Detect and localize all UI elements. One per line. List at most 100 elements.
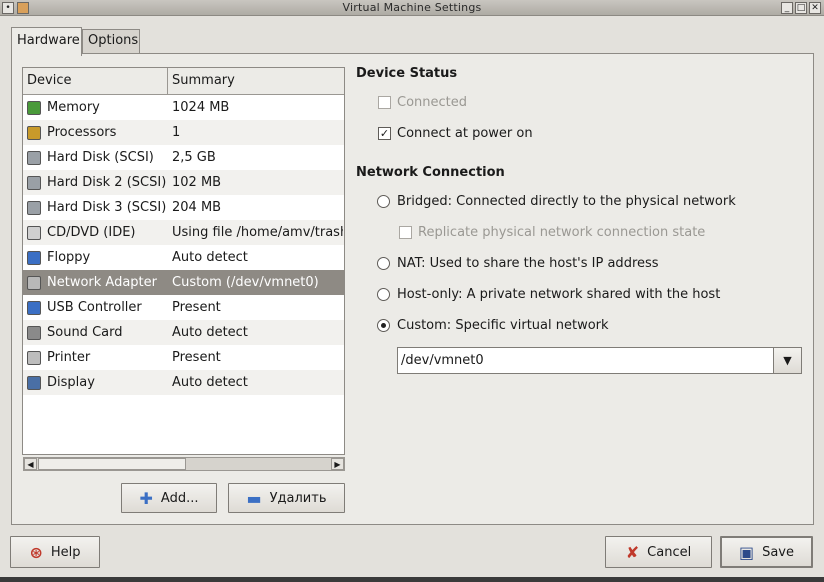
cancel-button[interactable]: ✘ Cancel <box>605 536 712 568</box>
device-summary: 102 MB <box>172 175 222 190</box>
device-name: Floppy <box>47 250 91 265</box>
nat-label: NAT: Used to share the host's IP address <box>397 256 659 271</box>
device-name: Memory <box>47 100 100 115</box>
device-summary: Custom (/dev/vmnet0) <box>172 275 319 290</box>
add-button[interactable]: ✚ Add... <box>121 483 217 513</box>
table-row[interactable]: Hard Disk 2 (SCSI) 102 MB <box>23 170 344 195</box>
hard-disk-icon <box>27 200 41 215</box>
replicate-checkbox[interactable]: Replicate physical network connection st… <box>399 225 705 240</box>
sound-icon <box>27 325 41 340</box>
bridged-label: Bridged: Connected directly to the physi… <box>397 194 736 209</box>
radio-dot <box>377 195 390 208</box>
device-cell: Processors <box>23 125 168 140</box>
device-cell: USB Controller <box>23 300 168 315</box>
tab-options[interactable]: Options <box>82 29 140 54</box>
custom-label: Custom: Specific virtual network <box>397 318 609 333</box>
device-rows: Memory 1024 MB Processors 1 Hard Disk (SCSI)… <box>23 95 344 395</box>
hard-disk-icon <box>27 175 41 190</box>
table-row[interactable]: Processors 1 <box>23 120 344 145</box>
scroll-right-icon[interactable]: ▶ <box>331 458 344 470</box>
table-row[interactable]: USB Controller Present <box>23 295 344 320</box>
hard-disk-icon <box>27 150 41 165</box>
connected-checkbox[interactable]: Connected <box>378 95 467 110</box>
table-row[interactable]: CD/DVD (IDE) Using file /home/amv/trash <box>23 220 344 245</box>
device-summary: Auto detect <box>172 375 248 390</box>
checkbox-box <box>399 226 412 239</box>
device-list: Device Summary Memory 1024 MB Processors 1 H… <box>22 67 345 455</box>
scroll-left-icon[interactable]: ◀ <box>24 458 37 470</box>
replicate-label: Replicate physical network connection st… <box>418 225 706 240</box>
display-icon <box>27 375 41 390</box>
maximize-icon[interactable]: □ <box>795 2 807 14</box>
device-summary: Present <box>172 350 221 365</box>
device-name: Printer <box>47 350 91 365</box>
custom-radio[interactable]: Custom: Specific virtual network <box>377 318 609 333</box>
title-bar: • Virtual Machine Settings _ □ ✕ <box>0 0 824 16</box>
usb-icon <box>27 300 41 315</box>
plus-icon: ✚ <box>139 488 153 508</box>
remove-button[interactable]: ▬ Удалить <box>228 483 345 513</box>
device-cell: Floppy <box>23 250 168 265</box>
horizontal-scrollbar[interactable]: ◀ ▶ <box>23 457 345 471</box>
close-icon[interactable]: ✕ <box>809 2 821 14</box>
bottom-border <box>0 577 824 582</box>
floppy-save-icon: ▣ <box>738 542 755 562</box>
table-row[interactable]: Display Auto detect <box>23 370 344 395</box>
bridged-radio[interactable]: Bridged: Connected directly to the physi… <box>377 194 736 209</box>
device-cell: Hard Disk 2 (SCSI) <box>23 175 168 190</box>
device-name: Hard Disk 2 (SCSI) <box>47 175 167 190</box>
add-button-label: Add... <box>160 490 199 506</box>
network-icon <box>27 275 41 290</box>
device-name: USB Controller <box>47 300 142 315</box>
minimize-icon[interactable]: _ <box>781 2 793 14</box>
cancel-button-label: Cancel <box>647 544 692 560</box>
host-only-radio[interactable]: Host-only: A private network shared with… <box>377 287 720 302</box>
save-button[interactable]: ▣ Save <box>720 536 813 568</box>
table-row[interactable]: Floppy Auto detect <box>23 245 344 270</box>
scroll-thumb[interactable] <box>38 458 186 470</box>
table-row[interactable]: Hard Disk (SCSI) 2,5 GB <box>23 145 344 170</box>
device-status-title: Device Status <box>356 66 458 81</box>
device-cell: Hard Disk 3 (SCSI) <box>23 200 168 215</box>
radio-dot <box>377 288 390 301</box>
device-summary: Present <box>172 300 221 315</box>
device-name: Sound Card <box>47 325 123 340</box>
chevron-down-icon[interactable]: ▼ <box>773 348 801 373</box>
table-row[interactable]: Printer Present <box>23 345 344 370</box>
host-only-label: Host-only: A private network shared with… <box>397 287 721 302</box>
table-row[interactable]: Sound Card Auto detect <box>23 320 344 345</box>
column-header-summary[interactable]: Summary <box>168 68 344 94</box>
device-cell: Memory <box>23 100 168 115</box>
memory-icon <box>27 100 41 115</box>
device-name: Hard Disk (SCSI) <box>47 150 154 165</box>
processor-icon <box>27 125 41 140</box>
device-cell: Network Adapter <box>23 275 168 290</box>
device-cell: Hard Disk (SCSI) <box>23 150 168 165</box>
save-button-label: Save <box>762 544 795 560</box>
connected-label: Connected <box>397 95 468 110</box>
table-row[interactable]: Hard Disk 3 (SCSI) 204 MB <box>23 195 344 220</box>
table-row[interactable]: Network Adapter Custom (/dev/vmnet0) <box>23 270 344 295</box>
device-name: CD/DVD (IDE) <box>47 225 136 240</box>
cancel-icon: ✘ <box>625 542 640 562</box>
custom-network-select[interactable]: /dev/vmnet0 ▼ <box>397 347 802 374</box>
device-cell: Sound Card <box>23 325 168 340</box>
device-summary: 2,5 GB <box>172 150 216 165</box>
tab-hardware[interactable]: Hardware <box>11 27 82 56</box>
help-button[interactable]: ⊛ Help <box>10 536 100 568</box>
connect-at-power-on-checkbox[interactable]: ✓ Connect at power on <box>378 126 533 141</box>
device-name: Display <box>47 375 95 390</box>
device-name: Hard Disk 3 (SCSI) <box>47 200 167 215</box>
cd-icon <box>27 225 41 240</box>
printer-icon <box>27 350 41 365</box>
list-header: Device Summary <box>23 68 344 95</box>
device-summary: 204 MB <box>172 200 222 215</box>
check-icon: ✓ <box>378 127 391 140</box>
nat-radio[interactable]: NAT: Used to share the host's IP address <box>377 256 659 271</box>
column-header-device[interactable]: Device <box>23 68 168 94</box>
connect-at-power-on-label: Connect at power on <box>397 126 533 141</box>
table-row[interactable]: Memory 1024 MB <box>23 95 344 120</box>
device-cell: Display <box>23 375 168 390</box>
device-summary: Auto detect <box>172 325 248 340</box>
checkbox-box <box>378 96 391 109</box>
